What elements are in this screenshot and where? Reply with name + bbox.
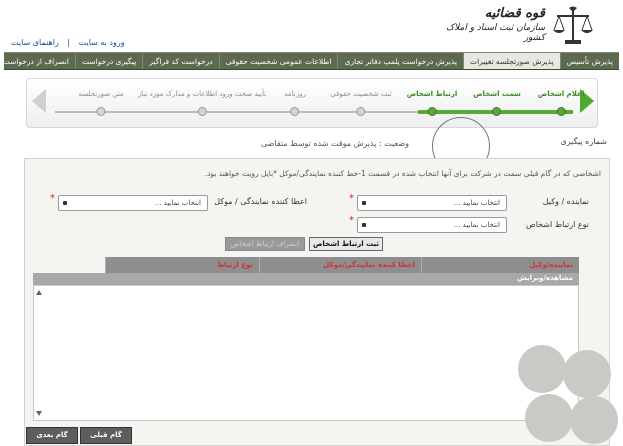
logo-subtitle: سازمان ثبت اسناد و املاک کشور [446,23,545,43]
wizard-step-dot [290,107,300,116]
wizard-step[interactable]: ثبت شخصیت حقوقی [330,87,392,116]
required-marker: * [349,193,354,204]
top-links: ورود به سایت | راهنمای سایت [11,38,125,47]
relation-type-select[interactable]: انتخاب نمایید ... [357,217,507,233]
relations-table-body [33,285,579,421]
dropdown-bullet-icon [362,201,366,205]
view-edit-label: مشاهده/ویرایش [517,274,573,282]
required-marker: * [50,193,55,204]
wizard-step-dot [427,107,437,116]
decorative-blob [518,345,566,393]
wizard-step-label: تأیید صحت ورود اطلاعات و مدارک مورد نیاز [137,90,267,98]
column-header-relation: نوع ارتباط [105,257,259,273]
decorative-blob [563,350,611,398]
nav-item-establishment[interactable]: پذیرش تأسیس [559,53,619,69]
decorative-blob [570,396,618,444]
nav-item-universal-code[interactable]: درخواست کد فراگیر [142,53,218,69]
scroll-up-icon[interactable] [36,290,42,295]
granter-select-value: انتخاب نمایید ... [154,199,201,207]
wizard-step[interactable]: اعلام اشخاص [538,87,584,116]
next-step-button[interactable]: گام بعدی [26,427,78,444]
wizard-step-dot [556,107,566,116]
form-info-text: اشخاصی که در گام قبلی سمت در شرکت برای آ… [204,169,601,178]
justice-scales-icon [553,6,593,44]
nav-item-change-minutes[interactable]: پذیرش صورتجلسه تغییرات [463,53,560,69]
wizard-step[interactable]: تأیید صحت ورود اطلاعات و مدارک مورد نیاز [138,87,266,116]
page-header: قوه قضائیه سازمان ثبت اسناد و املاک کشور… [0,0,623,52]
wizard-step-dot [197,107,207,116]
relation-type-label: نوع ارتباط اشخاص [526,220,589,229]
wizard-step[interactable]: روزنامه [284,87,306,116]
decorative-blob [525,394,573,442]
granter-label: اعطا کننده نمایندگی / موکل [214,197,307,206]
site-logo-text: قوه قضائیه سازمان ثبت اسناد و املاک کشور [435,6,545,43]
relations-table-header: نماینده/وکیل اعطا کننده نمایندگی/موکل نو… [105,257,579,273]
nav-item-ledger-seal[interactable]: پذیرش درخواست پلمپ دفاتر تجاری [337,53,463,69]
previous-step-button[interactable]: گام قبلی [80,427,132,444]
wizard-step-dot [356,107,366,116]
nav-item-track-request[interactable]: پیگیری درخواست [74,53,142,69]
relations-table-subheader: مشاهده/ویرایش [33,273,579,285]
granter-select[interactable]: انتخاب نمایید ... [58,195,208,211]
wizard-step-label: اعلام اشخاص [537,90,585,98]
wizard-step[interactable]: ارتباط اشخاص [406,87,458,116]
wizard-step-label: متن صورتجلسه [78,90,124,98]
step-wizard: اعلام اشخاص سمت اشخاص ارتباط اشخاص ثبت ش… [26,78,598,128]
wizard-step[interactable]: متن صورتجلسه [78,87,124,116]
tracking-number-label: شماره پیگیری [560,137,607,146]
help-link[interactable]: راهنمای سایت [11,38,59,47]
wizard-step[interactable]: سمت اشخاص [473,87,521,116]
clear-relation-button[interactable]: انصراف ارتباط اشخاص [225,237,305,251]
nav-item-cancel-request[interactable]: انصراف از درخواست [0,53,75,69]
wizard-prev-arrow-icon[interactable] [32,89,46,113]
column-header-representative: نماینده/وکیل [421,257,579,273]
wizard-step-dot [96,107,106,116]
required-marker: * [349,215,354,226]
wizard-step-label: ثبت شخصیت حقوقی [330,90,392,98]
wizard-step-label: سمت اشخاص [473,90,521,98]
nav-item-public-info[interactable]: اطلاعات عمومی شخصیت حقوقی [218,53,338,69]
request-status: وضعیت : پذیرش موقت شده توسط متقاضی [260,139,409,148]
set-relation-button[interactable]: ثبت ارتباط اشخاص [309,237,383,251]
dropdown-bullet-icon [362,223,366,227]
column-header-granter: اعطا کننده نمایندگی/موکل [259,257,421,273]
relations-form-panel: اشخاصی که در گام قبلی سمت در شرکت برای آ… [24,158,610,446]
relation-type-select-value: انتخاب نمایید ... [453,221,500,229]
scroll-down-icon[interactable] [36,411,42,416]
wizard-step-label: روزنامه [284,90,306,98]
logo-title: قوه قضائیه [484,6,545,21]
login-link[interactable]: ورود به سایت [79,38,125,47]
representative-select-value: انتخاب نمایید ... [453,199,500,207]
main-nav: پذیرش تأسیس پذیرش صورتجلسه تغییرات پذیرش… [3,52,619,70]
representative-select[interactable]: انتخاب نمایید ... [357,195,507,211]
wizard-step-label: ارتباط اشخاص [406,90,458,98]
wizard-step-dot [492,107,502,116]
dropdown-bullet-icon [63,201,67,205]
representative-label: نماینده / وکیل [542,197,589,206]
